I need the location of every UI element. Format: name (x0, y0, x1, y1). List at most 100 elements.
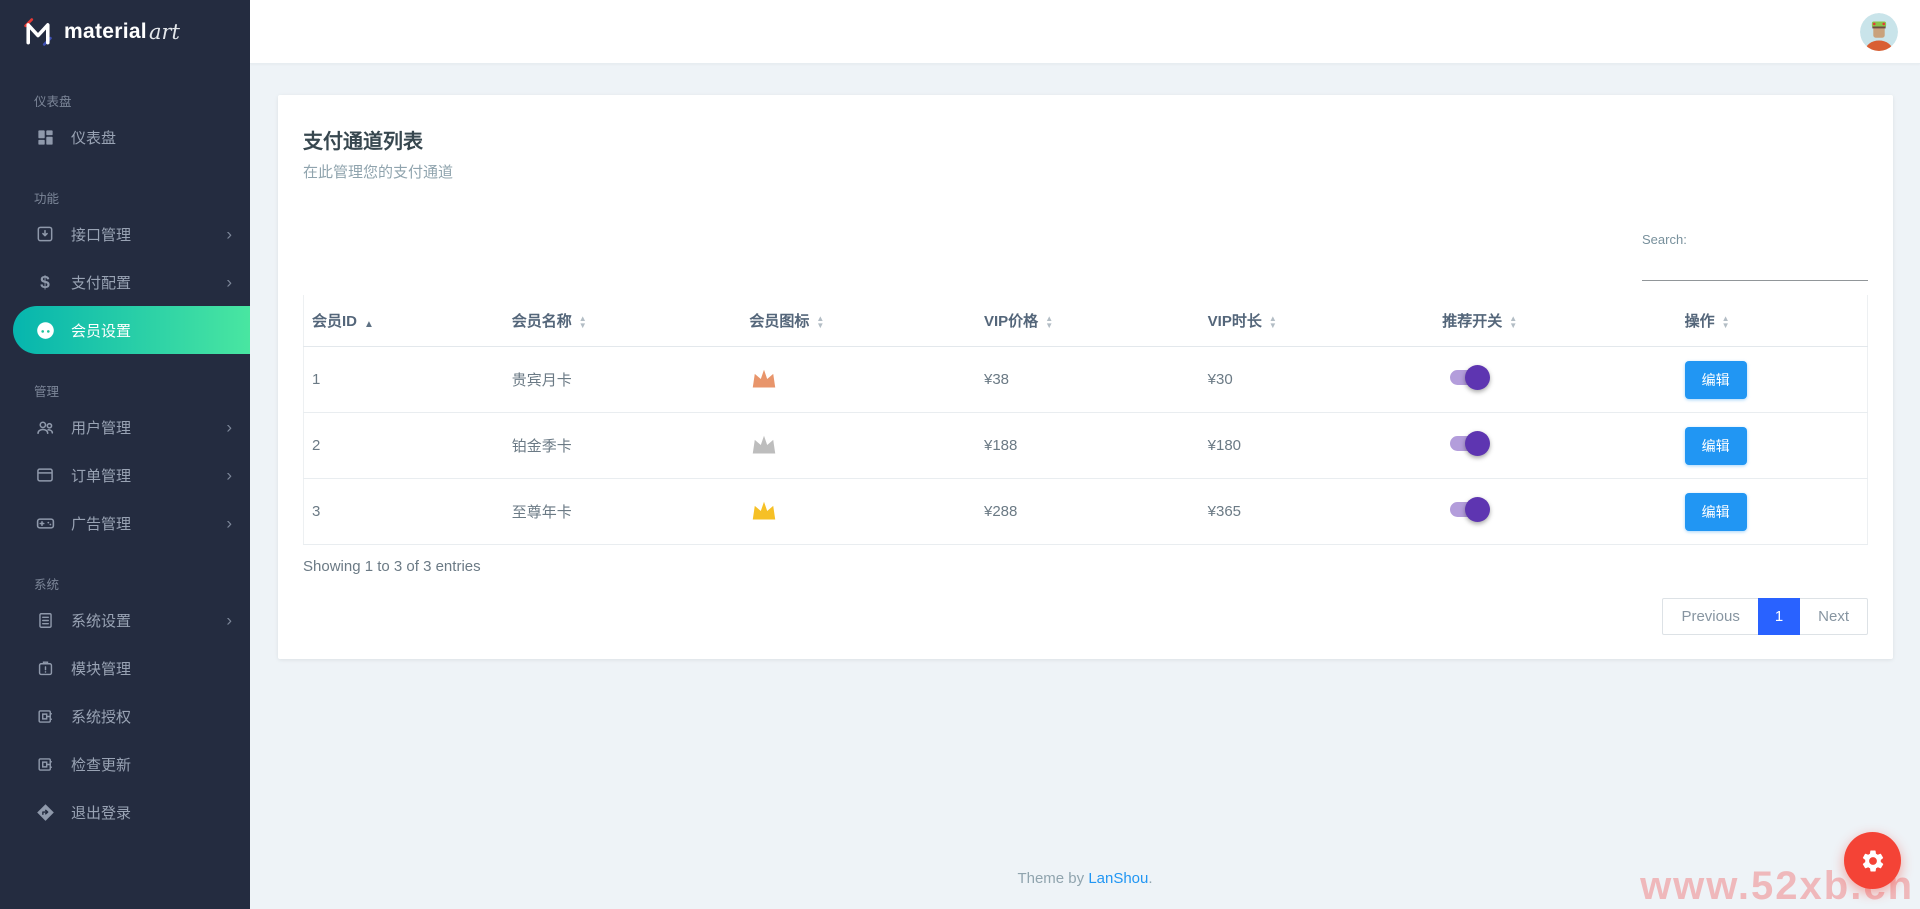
sort-both-icon[interactable] (816, 315, 824, 329)
sidebar-item-logout[interactable]: 退出登录 (0, 788, 250, 836)
recommend-switch-cell (1434, 413, 1676, 479)
top-header (250, 0, 1920, 64)
column-header-vip-price[interactable]: VIP价格 (976, 295, 1200, 347)
table-row: 3 至尊年卡 ¥288 ¥365 编辑 (304, 479, 1868, 545)
chevron-right-icon (226, 226, 232, 243)
sidebar-section-functions: 功能 (34, 188, 250, 207)
sidebar-item-system-license[interactable]: 系统授权 (0, 692, 250, 740)
sidebar-item-label: 仪表盘 (71, 127, 116, 148)
user-avatar[interactable] (1860, 13, 1898, 51)
sidebar-item-payment-config[interactable]: $ 支付配置 (0, 258, 250, 306)
column-header-vip-duration[interactable]: VIP时长 (1200, 295, 1435, 347)
pagination-page-1-button[interactable]: 1 (1758, 598, 1800, 635)
recommend-toggle-on[interactable] (1450, 436, 1486, 451)
sort-both-icon[interactable] (1722, 315, 1730, 329)
sort-both-icon[interactable] (1045, 315, 1053, 329)
page-subtitle: 在此管理您的支付通道 (303, 161, 1868, 182)
module-alert-icon (34, 657, 56, 679)
action-cell: 编辑 (1677, 347, 1868, 413)
sidebar-section-system: 系统 (34, 574, 250, 593)
sidebar-item-label: 接口管理 (71, 224, 131, 245)
chevron-right-icon (226, 467, 232, 484)
sidebar-item-ads-management[interactable]: 广告管理 (0, 499, 250, 547)
sidebar-item-label: 退出登录 (71, 802, 131, 823)
footer-suffix: . (1148, 870, 1152, 887)
sidebar: material art 仪表盘 仪表盘 功能 接口管理 $ 支付配置 会员设置… (0, 0, 250, 909)
dashboard-icon (34, 126, 56, 148)
action-cell: 编辑 (1677, 413, 1868, 479)
sidebar-item-label: 用户管理 (71, 417, 131, 438)
sidebar-item-api-management[interactable]: 接口管理 (0, 210, 250, 258)
search-input[interactable] (1642, 251, 1868, 281)
member-name-cell: 铂金季卡 (504, 413, 742, 479)
sort-ascending-icon[interactable] (364, 314, 374, 331)
vip-duration-cell: ¥30 (1200, 347, 1435, 413)
sidebar-item-label: 订单管理 (71, 465, 131, 486)
pagination-previous-button[interactable]: Previous (1662, 598, 1758, 635)
sidebar-item-member-settings[interactable]: 会员设置 (13, 306, 250, 354)
sidebar-item-label: 会员设置 (71, 320, 131, 341)
brand-name: material (64, 20, 147, 44)
payment-channel-card: 支付通道列表 在此管理您的支付通道 Search: 会员ID 会员名称 会员图标… (278, 95, 1893, 659)
chevron-right-icon (226, 515, 232, 532)
vip-price-cell: ¥38 (976, 347, 1200, 413)
sidebar-item-label: 系统设置 (71, 610, 131, 631)
sidebar-item-label: 检查更新 (71, 754, 131, 775)
recommend-toggle-on[interactable] (1450, 370, 1486, 385)
footer-text: Theme by (1017, 870, 1088, 887)
recommend-toggle-on[interactable] (1450, 502, 1486, 517)
main-content: 支付通道列表 在此管理您的支付通道 Search: 会员ID 会员名称 会员图标… (250, 64, 1920, 909)
logout-diamond-icon (34, 801, 56, 823)
svg-text:$: $ (40, 272, 50, 292)
sidebar-item-user-management[interactable]: 用户管理 (0, 403, 250, 451)
vip-table: 会员ID 会员名称 会员图标 VIP价格 VIP时长 推荐开关 操作 1 贵宾月… (303, 295, 1868, 545)
sidebar-item-system-settings[interactable]: 系统设置 (0, 596, 250, 644)
dollar-icon: $ (34, 271, 56, 293)
table-entries-summary: Showing 1 to 3 of 3 entries (303, 558, 1868, 575)
sidebar-item-check-update[interactable]: 检查更新 (0, 740, 250, 788)
footer-theme-link[interactable]: LanShou (1088, 870, 1148, 887)
table-row: 1 贵宾月卡 ¥38 ¥30 编辑 (304, 347, 1868, 413)
member-face-icon (34, 319, 56, 341)
member-name-cell: 贵宾月卡 (504, 347, 742, 413)
member-id-cell: 3 (304, 479, 504, 545)
brand-logo[interactable]: material art (0, 0, 250, 64)
column-header-actions[interactable]: 操作 (1677, 295, 1868, 347)
sidebar-section-dashboard: 仪表盘 (34, 91, 250, 110)
table-header-row: 会员ID 会员名称 会员图标 VIP价格 VIP时长 推荐开关 操作 (304, 295, 1868, 347)
sidebar-item-order-management[interactable]: 订单管理 (0, 451, 250, 499)
page-title: 支付通道列表 (303, 125, 1868, 154)
edit-button[interactable]: 编辑 (1685, 493, 1747, 531)
sort-both-icon[interactable] (579, 315, 587, 329)
sidebar-item-module-management[interactable]: 模块管理 (0, 644, 250, 692)
edit-button[interactable]: 编辑 (1685, 361, 1747, 399)
pagination-next-button[interactable]: Next (1799, 598, 1868, 635)
sidebar-item-label: 模块管理 (71, 658, 131, 679)
search-label: Search: (1642, 232, 1868, 247)
column-header-recommend-switch[interactable]: 推荐开关 (1434, 295, 1676, 347)
member-icon-cell (741, 413, 976, 479)
vip-price-cell: ¥288 (976, 479, 1200, 545)
recommend-switch-cell (1434, 347, 1676, 413)
sidebar-section-management: 管理 (34, 381, 250, 400)
chevron-right-icon (226, 274, 232, 291)
column-header-member-id[interactable]: 会员ID (304, 295, 504, 347)
sidebar-item-label: 广告管理 (71, 513, 131, 534)
sidebar-item-dashboard[interactable]: 仪表盘 (0, 113, 250, 161)
edit-button[interactable]: 编辑 (1685, 427, 1747, 465)
member-icon-cell (741, 479, 976, 545)
member-id-cell: 2 (304, 413, 504, 479)
sort-both-icon[interactable] (1509, 315, 1517, 329)
table-search-area: Search: (303, 232, 1868, 281)
column-header-member-name[interactable]: 会员名称 (504, 295, 742, 347)
sort-both-icon[interactable] (1269, 315, 1277, 329)
crown-icon (749, 431, 779, 457)
users-icon (34, 416, 56, 438)
pagination: Previous 1 Next (303, 598, 1868, 635)
chip-update-icon (34, 753, 56, 775)
settings-fab-button[interactable] (1844, 832, 1901, 889)
recommend-switch-cell (1434, 479, 1676, 545)
vip-duration-cell: ¥365 (1200, 479, 1435, 545)
brand-name-suffix: art (149, 20, 180, 44)
column-header-member-icon[interactable]: 会员图标 (741, 295, 976, 347)
